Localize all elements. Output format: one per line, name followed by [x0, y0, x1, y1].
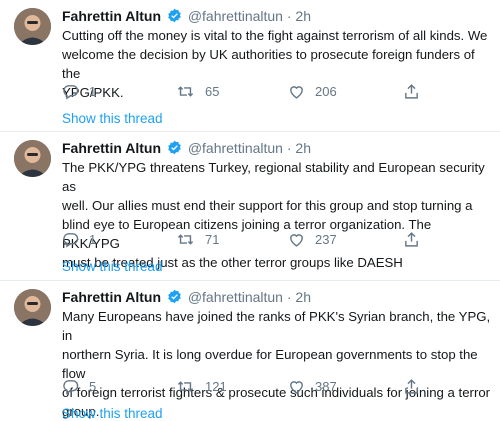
retweet-count: 71	[205, 232, 220, 247]
share-button[interactable]	[403, 231, 420, 248]
reply-button[interactable]: 5	[62, 378, 96, 395]
retweet-icon	[176, 231, 195, 248]
reply-icon	[62, 231, 79, 248]
retweet-icon	[176, 378, 195, 395]
like-count: 237	[315, 232, 337, 247]
author-handle[interactable]: @fahrettinaltun	[188, 140, 283, 156]
author-name[interactable]: Fahrettin Altun	[62, 140, 161, 156]
reply-count: 5	[89, 379, 97, 394]
avatar[interactable]	[14, 289, 51, 326]
tweet-text-line: well. Our allies must end their support …	[62, 198, 473, 213]
tweet-actions: 5 121 387	[62, 378, 492, 398]
retweet-button[interactable]: 121	[176, 378, 227, 395]
tweet-actions: 1 65 206	[62, 83, 492, 103]
tweet-text-line: Cutting off the money is vital to the fi…	[62, 28, 488, 43]
retweet-count: 65	[205, 84, 220, 99]
verified-badge-icon	[167, 140, 182, 158]
like-button[interactable]: 387	[288, 378, 337, 395]
reply-icon	[62, 378, 79, 395]
tweet-header: Fahrettin Altun @fahrettinaltun · 2h	[62, 8, 311, 26]
tweet-2[interactable]: Fahrettin Altun @fahrettinaltun · 2h The…	[0, 132, 500, 280]
retweet-button[interactable]: 71	[176, 231, 219, 248]
tweet-text-line: Many Europeans have joined the ranks of …	[62, 309, 491, 343]
show-thread-link[interactable]: Show this thread	[62, 111, 163, 126]
timestamp[interactable]: · 2h	[287, 140, 311, 156]
tweet-header: Fahrettin Altun @fahrettinaltun · 2h	[62, 289, 311, 307]
tweet-1[interactable]: Fahrettin Altun @fahrettinaltun · 2h Cut…	[0, 0, 500, 131]
like-count: 387	[315, 379, 337, 394]
author-name[interactable]: Fahrettin Altun	[62, 289, 161, 305]
author-handle[interactable]: @fahrettinaltun	[188, 289, 283, 305]
tweet-text-line: welcome the decision by UK authorities t…	[62, 47, 475, 81]
heart-icon	[288, 83, 305, 100]
reply-button[interactable]: 1	[62, 231, 96, 248]
tweet-text: Many Europeans have joined the ranks of …	[62, 307, 492, 421]
share-icon	[403, 231, 420, 248]
reply-count: 1	[89, 84, 97, 99]
reply-icon	[62, 83, 79, 100]
like-button[interactable]: 237	[288, 231, 337, 248]
retweet-icon	[176, 83, 195, 100]
share-icon	[403, 378, 420, 395]
tweet-text-line: The PKK/YPG threatens Turkey, regional s…	[62, 160, 485, 194]
show-thread-link[interactable]: Show this thread	[62, 259, 163, 274]
tweet-header: Fahrettin Altun @fahrettinaltun · 2h	[62, 140, 311, 158]
timestamp[interactable]: · 2h	[287, 8, 311, 24]
tweet-text: The PKK/YPG threatens Turkey, regional s…	[62, 158, 492, 272]
reply-button[interactable]: 1	[62, 83, 96, 100]
share-button[interactable]	[403, 83, 420, 100]
reply-count: 1	[89, 232, 97, 247]
share-button[interactable]	[403, 378, 420, 395]
like-button[interactable]: 206	[288, 83, 337, 100]
share-icon	[403, 83, 420, 100]
verified-badge-icon	[167, 8, 182, 26]
retweet-button[interactable]: 65	[176, 83, 219, 100]
avatar[interactable]	[14, 140, 51, 177]
avatar[interactable]	[14, 8, 51, 45]
heart-icon	[288, 231, 305, 248]
author-name[interactable]: Fahrettin Altun	[62, 8, 161, 24]
verified-badge-icon	[167, 289, 182, 307]
heart-icon	[288, 378, 305, 395]
tweet-actions: 1 71 237	[62, 231, 492, 251]
like-count: 206	[315, 84, 337, 99]
tweet-3[interactable]: Fahrettin Altun @fahrettinaltun · 2h Man…	[0, 281, 500, 421]
retweet-count: 121	[205, 379, 227, 394]
timestamp[interactable]: · 2h	[287, 289, 311, 305]
author-handle[interactable]: @fahrettinaltun	[188, 8, 283, 24]
